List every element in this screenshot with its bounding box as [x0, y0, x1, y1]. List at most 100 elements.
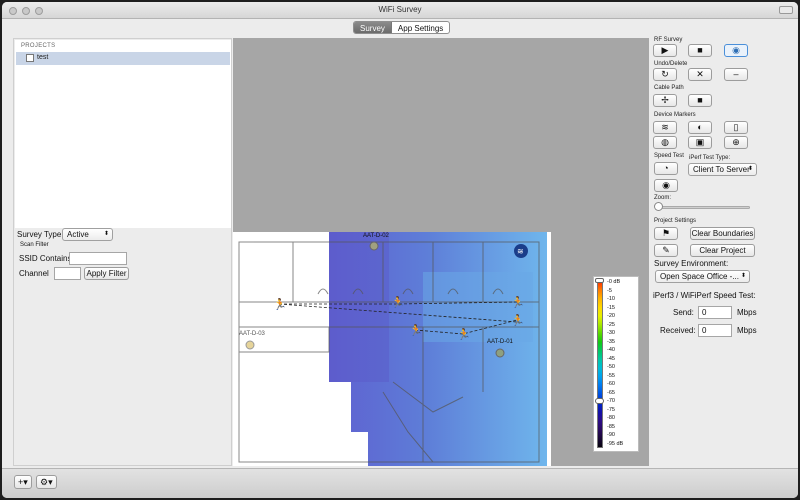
send-label: Send:: [673, 308, 694, 317]
legend-label: -15: [607, 304, 615, 311]
speed-test-eye-button[interactable]: ◉: [654, 179, 678, 192]
device-markers-label: Device Markers: [654, 112, 696, 118]
signal-color-scale: [597, 280, 603, 448]
legend-label: -50: [607, 364, 615, 370]
pencil-button[interactable]: ✎: [654, 244, 678, 257]
right-panel: RF Survey ▶ ■ ◉ Undo/Delete ↻ ✕ – Cable …: [650, 37, 798, 466]
legend-slider-thumb[interactable]: [595, 398, 604, 404]
projects-list: PROJECTS test: [15, 40, 231, 228]
survey-map-area[interactable]: 🏃 🏃 🏃 🏃 🏃 🏃 ≋ AAT-D-02 AAT-D-03 AAT-D-01…: [233, 38, 649, 466]
access-point-marker[interactable]: [495, 348, 505, 358]
legend-label: -30: [607, 330, 615, 336]
survey-type-label: Survey Type:: [17, 230, 64, 239]
bottom-bar: +▾ ⚙▾: [2, 468, 798, 498]
title-bar: WiFi Survey: [2, 2, 798, 19]
ssid-contains-label: SSID Contains: [19, 254, 72, 263]
survey-type-select[interactable]: Active ⬍: [62, 228, 113, 241]
iperf-test-type-select[interactable]: Client To Server ⬍: [688, 163, 757, 176]
iperf-test-type-label: iPerf Test Type:: [689, 155, 731, 161]
tab-bar: Survey App Settings: [353, 21, 451, 34]
router-marker-icon[interactable]: ◍: [653, 136, 677, 149]
project-item-test[interactable]: test: [16, 52, 230, 65]
app-window: WiFi Survey Survey App Settings PROJECTS…: [2, 2, 798, 498]
scan-filter-label: Scan Filter: [20, 242, 49, 248]
flag-button[interactable]: ⚑: [654, 227, 678, 240]
gear-icon: ⚙: [40, 477, 49, 487]
projects-header: PROJECTS: [21, 43, 56, 49]
survey-point-icon[interactable]: 🏃: [391, 296, 405, 309]
svg-text:≋: ≋: [517, 247, 524, 256]
rf-survey-label: RF Survey: [654, 37, 683, 43]
clear-project-button[interactable]: Clear Project: [690, 244, 755, 257]
legend-label: -55: [607, 372, 615, 379]
left-panel: PROJECTS test Survey Type: Active ⬍ Scan …: [13, 38, 232, 466]
camera-marker-icon[interactable]: ◐: [688, 121, 712, 134]
gear-menu-button[interactable]: ⚙▾: [36, 475, 57, 489]
add-project-button[interactable]: +▾: [14, 475, 32, 489]
zoom-label: Zoom:: [654, 195, 672, 201]
survey-point-icon[interactable]: 🏃: [511, 296, 525, 309]
legend-label: -65: [607, 389, 615, 396]
minus-button[interactable]: –: [724, 68, 748, 81]
survey-point-icon[interactable]: 🏃: [457, 328, 471, 341]
play-button[interactable]: ▶: [653, 44, 677, 57]
project-item-label: test: [37, 54, 49, 61]
iperf-speed-test-label: iPerf3 / WiFiPerf Speed Test:: [653, 291, 756, 300]
received-value-field[interactable]: 0: [698, 324, 732, 337]
legend-label: -95 dB: [607, 440, 624, 447]
cable-stop-button[interactable]: ■: [688, 94, 712, 107]
signal-scale-labels: -0 dB -5 -10 -15 -20 -25 -30 -35 -40 -45 -50 -55 -60…: [605, 279, 639, 449]
floor-plan[interactable]: 🏃 🏃 🏃 🏃 🏃 🏃 ≋ AAT-D-02 AAT-D-03 AAT-D-01: [233, 232, 551, 466]
project-file-icon: [26, 54, 34, 62]
zoom-slider-track[interactable]: [656, 206, 750, 209]
cable-path-icon[interactable]: ✢: [653, 94, 677, 107]
access-point-label: AAT-D-03: [239, 331, 265, 337]
legend-label: -40: [607, 347, 615, 353]
undo-delete-label: Undo/Delete: [654, 61, 688, 67]
tab-survey[interactable]: Survey: [354, 22, 392, 33]
legend-label: -5: [607, 287, 612, 294]
legend-label: -70: [607, 398, 615, 404]
survey-environment-select[interactable]: Open Space Office -... ⬍: [655, 270, 750, 283]
ssid-contains-input[interactable]: [69, 252, 127, 265]
access-point-label: AAT-D-01: [487, 339, 513, 345]
access-point-marker[interactable]: [245, 340, 255, 350]
clear-boundaries-button[interactable]: Clear Boundaries: [690, 227, 755, 240]
legend-label: -35: [607, 338, 615, 345]
access-point-marker[interactable]: [369, 241, 379, 251]
survey-point-icon[interactable]: 🏃: [273, 298, 287, 311]
send-value-field[interactable]: 0: [698, 306, 732, 319]
window-title: WiFi Survey: [378, 5, 422, 14]
legend-label: -90: [607, 432, 615, 438]
wifi-marker-icon[interactable]: ≋: [653, 121, 677, 134]
legend-label: -45: [607, 355, 615, 362]
signal-legend: -0 dB -5 -10 -15 -20 -25 -30 -35 -40 -45 -50 -55 -60…: [593, 276, 639, 452]
tab-app-settings[interactable]: App Settings: [392, 22, 449, 33]
apply-filter-button[interactable]: Apply Filter: [84, 267, 129, 280]
survey-point-icon[interactable]: 🏃: [511, 314, 525, 327]
heatmap-svg: 🏃 🏃 🏃 🏃 🏃 🏃 ≋: [238, 232, 547, 466]
target-marker-icon[interactable]: ⊕: [724, 136, 748, 149]
zoom-slider-thumb[interactable]: [654, 202, 663, 211]
legend-label: -0 dB: [607, 279, 621, 285]
legend-label: -85: [607, 423, 615, 430]
delete-button[interactable]: ✕: [688, 68, 712, 81]
stop-button[interactable]: ■: [688, 44, 712, 57]
view-eye-button[interactable]: ◉: [724, 44, 748, 57]
received-unit: Mbps: [737, 326, 757, 335]
toolbar-toggle-button[interactable]: [779, 6, 793, 14]
legend-label: -10: [607, 296, 615, 302]
undo-button[interactable]: ↻: [653, 68, 677, 81]
plus-icon: +: [18, 477, 24, 487]
legend-top-thumb[interactable]: [595, 278, 604, 283]
speed-test-button[interactable]: ◔: [654, 162, 678, 175]
received-label: Received:: [660, 326, 696, 335]
speed-test-label: Speed Test: [654, 153, 684, 159]
device-marker-icon[interactable]: ▯: [724, 121, 748, 134]
channel-label: Channel: [19, 269, 49, 278]
survey-point-icon[interactable]: 🏃: [409, 324, 423, 337]
legend-label: -75: [607, 406, 615, 413]
channel-input[interactable]: [54, 267, 81, 280]
access-point-label: AAT-D-02: [363, 233, 389, 239]
printer-marker-icon[interactable]: ▣: [688, 136, 712, 149]
